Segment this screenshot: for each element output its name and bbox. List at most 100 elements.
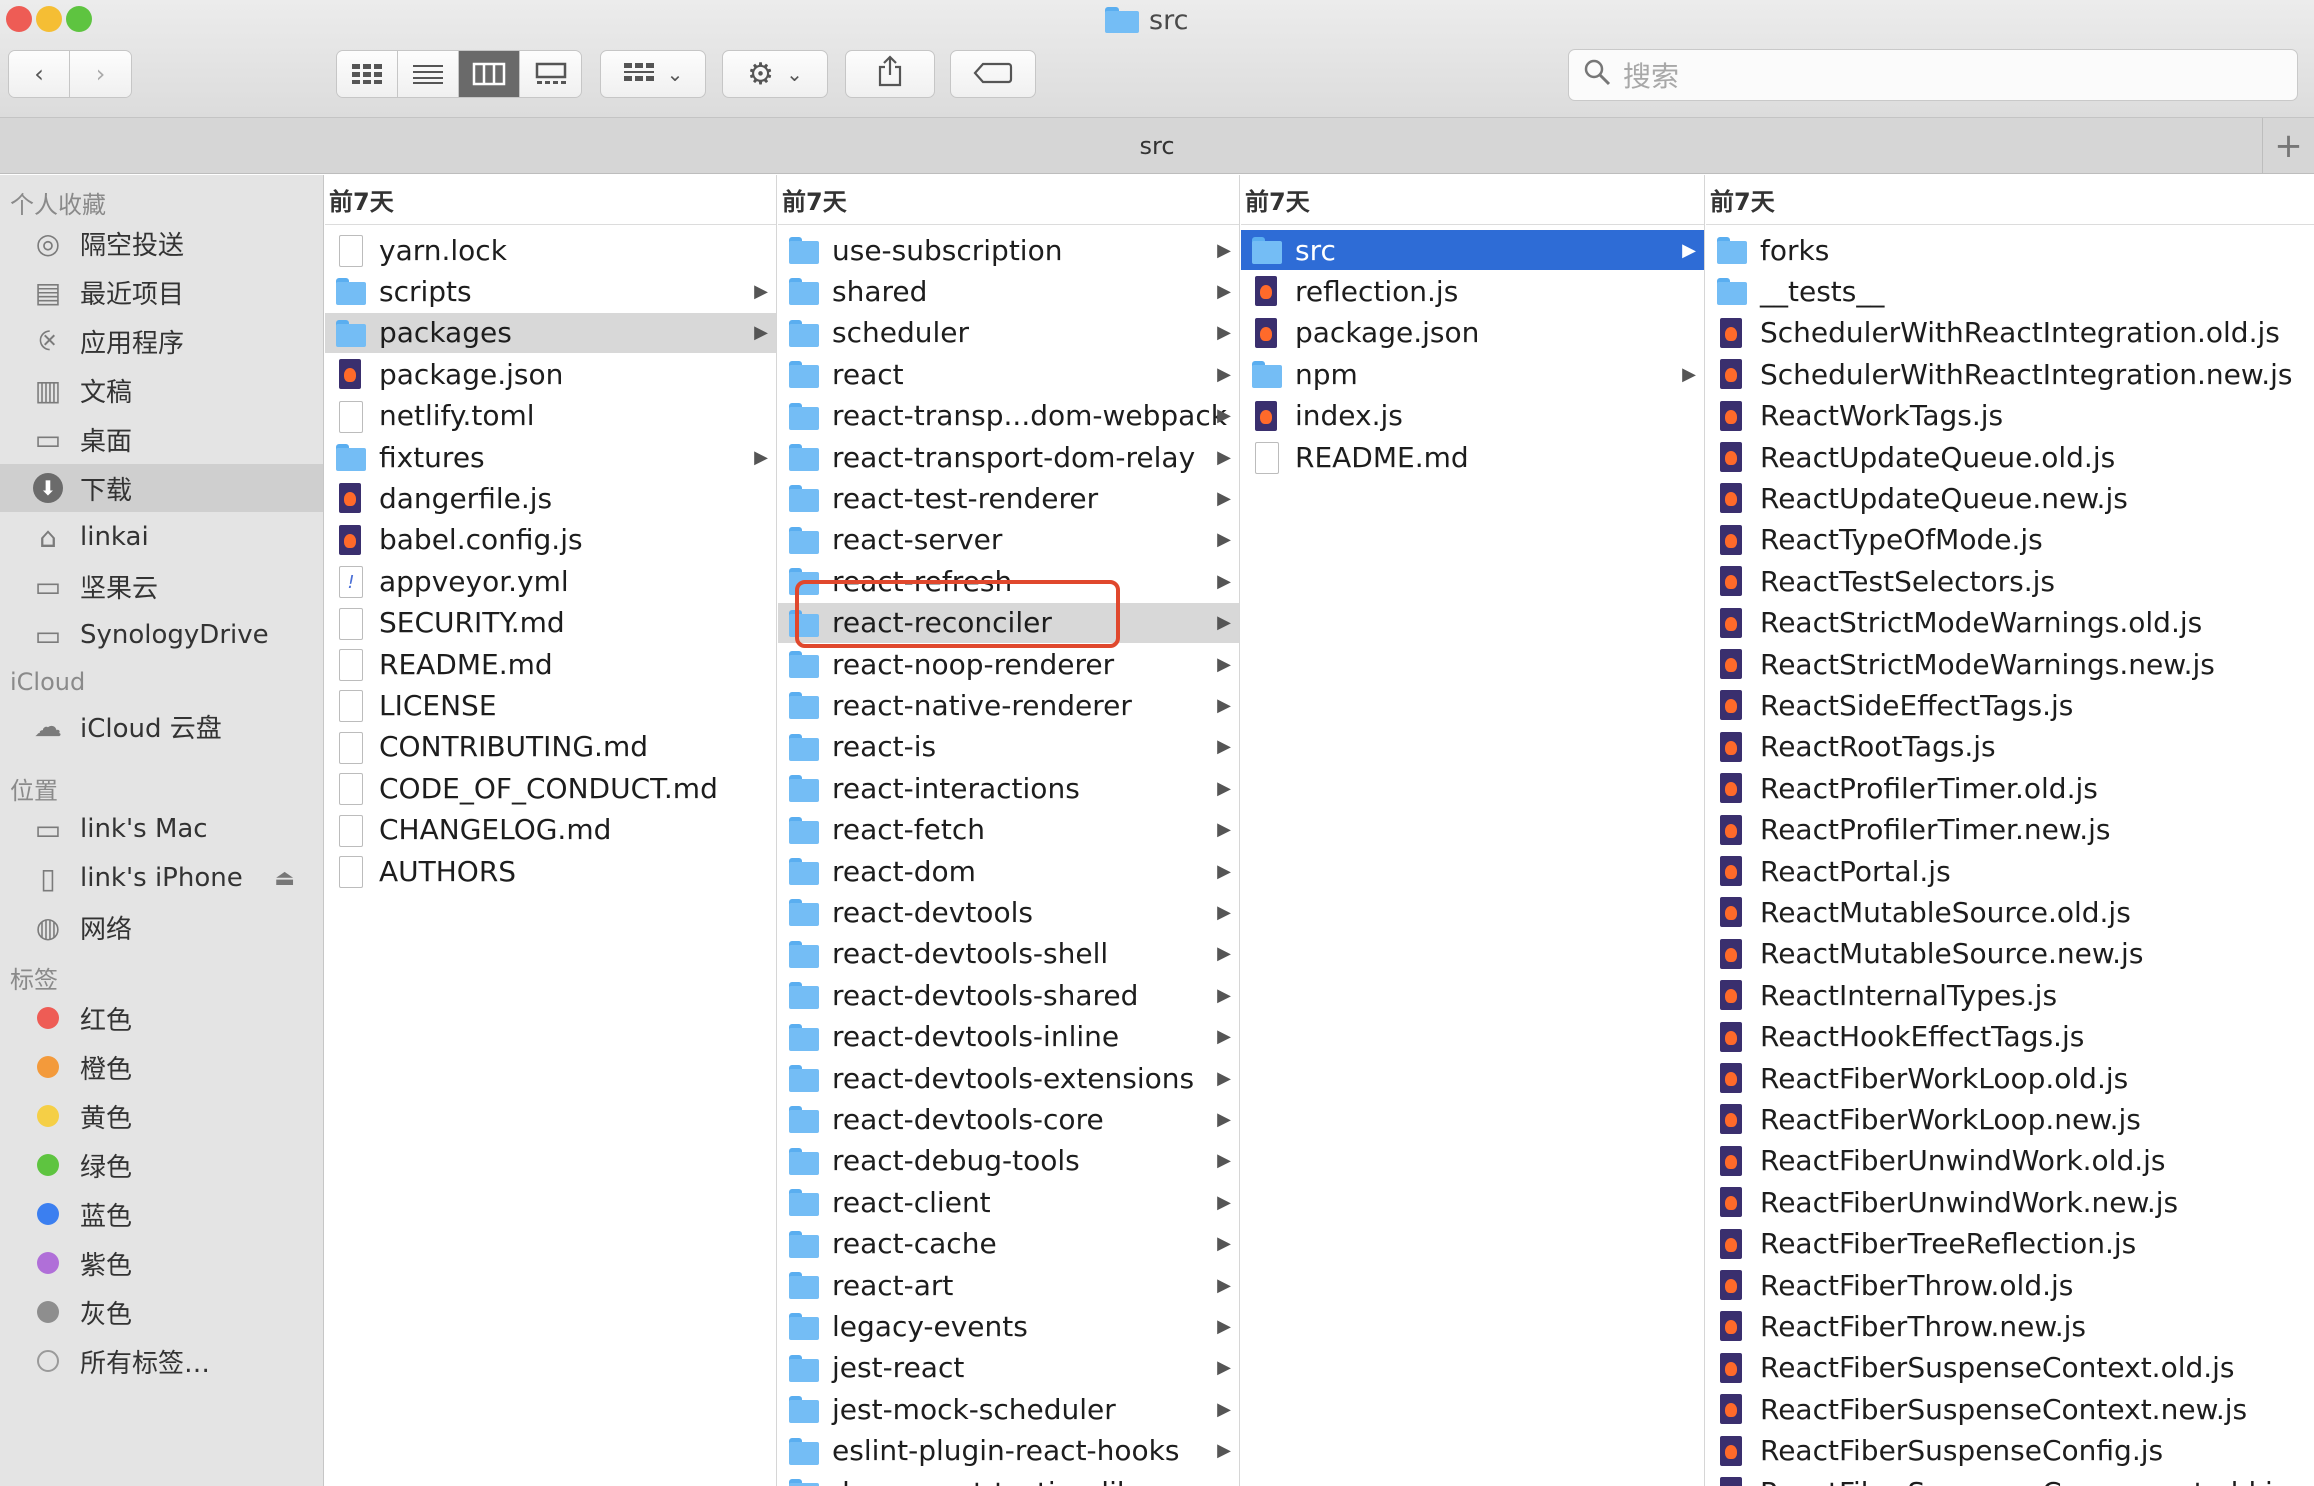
new-tab-button[interactable]: + — [2262, 118, 2314, 174]
sidebar-item-5[interactable]: ⬇ 下载 — [0, 464, 323, 512]
folder-row[interactable]: use-subscription ▶ — [778, 230, 1239, 270]
folder-row[interactable]: react-reconciler ▶ — [778, 602, 1239, 643]
sidebar-item-4[interactable]: ▭ 桌面 — [0, 415, 323, 463]
file-row[interactable]: ReactUpdateQueue.old.js — [1706, 437, 2314, 477]
folder-row[interactable]: forks — [1706, 230, 2314, 270]
folder-row[interactable]: jest-mock-scheduler ▶ — [778, 1389, 1239, 1429]
folder-row[interactable]: shared ▶ — [778, 271, 1239, 311]
file-row[interactable]: CHANGELOG.md — [325, 810, 776, 850]
file-row[interactable]: SchedulerWithReactIntegration.new.js — [1706, 354, 2314, 394]
file-row[interactable]: ReactTestSelectors.js — [1706, 561, 2314, 601]
folder-row[interactable]: packages ▶ — [325, 312, 776, 353]
file-row[interactable]: netlify.toml — [325, 396, 776, 436]
folder-row[interactable]: react-devtools-core ▶ — [778, 1099, 1239, 1139]
file-row[interactable]: ReactInternalTypes.js — [1706, 975, 2314, 1015]
file-row[interactable]: README.md — [325, 644, 776, 684]
folder-row[interactable]: react-fetch ▶ — [778, 810, 1239, 850]
folder-row[interactable]: jest-react ▶ — [778, 1348, 1239, 1388]
folder-row[interactable]: react-dom ▶ — [778, 851, 1239, 891]
file-row[interactable]: ReactFiberSuspenseContext.old.js — [1706, 1348, 2314, 1388]
file-row[interactable]: ReactMutableSource.old.js — [1706, 892, 2314, 932]
sidebar-item-1[interactable]: ▯ link's iPhone ⏏ — [0, 854, 323, 902]
folder-row[interactable]: react-native-renderer ▶ — [778, 685, 1239, 725]
folder-row[interactable]: react-interactions ▶ — [778, 768, 1239, 808]
file-row[interactable]: ReactFiberSuspenseConfig.js — [1706, 1431, 2314, 1471]
file-row[interactable]: ReactMutableSource.new.js — [1706, 934, 2314, 974]
folder-row[interactable]: dom-event-testing-library ▶ — [778, 1472, 1239, 1486]
file-row[interactable]: SECURITY.md — [325, 603, 776, 643]
folder-row[interactable]: eslint-plugin-react-hooks ▶ — [778, 1431, 1239, 1471]
column-view-icon[interactable] — [459, 51, 520, 97]
file-row[interactable]: ReactFiberSuspenseContext.new.js — [1706, 1389, 2314, 1429]
file-row[interactable]: dangerfile.js — [325, 478, 776, 518]
icon-view-icon[interactable] — [337, 51, 398, 97]
sidebar-item-6[interactable]: ⌂ linkai — [0, 513, 323, 561]
file-row[interactable]: ReactStrictModeWarnings.old.js — [1706, 603, 2314, 643]
group-button[interactable]: ⌄ — [600, 50, 706, 98]
tag-button[interactable] — [950, 50, 1036, 98]
sidebar-item-0[interactable]: ◎ 隔空投送 — [0, 219, 323, 267]
folder-row[interactable]: scheduler ▶ — [778, 313, 1239, 353]
file-row[interactable]: ReactFiberThrow.new.js — [1706, 1306, 2314, 1346]
file-row[interactable]: reflection.js — [1241, 271, 1704, 311]
gallery-view-icon[interactable] — [520, 51, 581, 97]
file-row[interactable]: package.json — [1241, 313, 1704, 353]
chevron-left-icon[interactable]: ‹ — [9, 51, 70, 97]
sidebar-item-2[interactable]: ⨴ 应用程序 — [0, 317, 323, 365]
folder-row[interactable]: react-transp...dom-webpack ▶ — [778, 396, 1239, 436]
file-row[interactable]: ReactWorkTags.js — [1706, 396, 2314, 436]
folder-row[interactable]: react ▶ — [778, 354, 1239, 394]
folder-row[interactable]: react-transport-dom-relay ▶ — [778, 437, 1239, 477]
file-row[interactable]: babel.config.js — [325, 520, 776, 560]
file-row[interactable]: ReactUpdateQueue.new.js — [1706, 478, 2314, 518]
file-row[interactable]: ReactRootTags.js — [1706, 727, 2314, 767]
file-row[interactable]: ReactFiberThrow.old.js — [1706, 1265, 2314, 1305]
folder-row[interactable]: react-devtools-shell ▶ — [778, 934, 1239, 974]
folder-row[interactable]: react-is ▶ — [778, 727, 1239, 767]
chevron-right-icon[interactable]: › — [70, 51, 131, 97]
file-row[interactable]: ReactFiberUnwindWork.new.js — [1706, 1182, 2314, 1222]
file-row[interactable]: ReactFiberWorkLoop.new.js — [1706, 1099, 2314, 1139]
file-row[interactable]: ReactFiberUnwindWork.old.js — [1706, 1141, 2314, 1181]
file-row[interactable]: README.md — [1241, 437, 1704, 477]
file-row[interactable]: index.js — [1241, 396, 1704, 436]
sidebar-item-1[interactable]: ▤ 最近项目 — [0, 268, 323, 316]
sidebar-item-1[interactable]: 橙色 — [0, 1043, 323, 1091]
file-row[interactable]: CODE_OF_CONDUCT.md — [325, 768, 776, 808]
minimize-window-button[interactable] — [36, 6, 62, 32]
file-row[interactable]: ReactTypeOfMode.js — [1706, 520, 2314, 560]
file-row[interactable]: appveyor.yml — [325, 561, 776, 601]
file-row[interactable]: LICENSE — [325, 685, 776, 725]
search-input[interactable]: 搜索 — [1568, 49, 2298, 101]
sidebar-item-4[interactable]: 蓝色 — [0, 1190, 323, 1238]
sidebar-item-2[interactable]: 黄色 — [0, 1092, 323, 1140]
tab-src[interactable]: src — [1139, 132, 1174, 160]
action-button[interactable]: ⚙ ⌄ — [722, 50, 828, 98]
sidebar-item-5[interactable]: 紫色 — [0, 1239, 323, 1287]
folder-row[interactable]: react-art ▶ — [778, 1265, 1239, 1305]
zoom-window-button[interactable] — [66, 6, 92, 32]
file-row[interactable]: CONTRIBUTING.md — [325, 727, 776, 767]
file-row[interactable]: ReactFiberSuspenseComponent.old.js — [1706, 1472, 2314, 1486]
folder-row[interactable]: react-server ▶ — [778, 520, 1239, 560]
file-row[interactable]: ReactProfilerTimer.new.js — [1706, 810, 2314, 850]
folder-row[interactable]: react-refresh ▶ — [778, 561, 1239, 601]
file-row[interactable]: AUTHORS — [325, 851, 776, 891]
file-row[interactable]: ReactHookEffectTags.js — [1706, 1017, 2314, 1057]
folder-row[interactable]: react-noop-renderer ▶ — [778, 644, 1239, 684]
sidebar-item-7[interactable]: 所有标签… — [0, 1337, 323, 1385]
list-view-icon[interactable] — [398, 51, 459, 97]
folder-row[interactable]: react-test-renderer ▶ — [778, 478, 1239, 518]
folder-row[interactable]: react-client ▶ — [778, 1182, 1239, 1222]
sidebar-item-3[interactable]: ▥ 文稿 — [0, 366, 323, 414]
sidebar-item-2[interactable]: ◍ 网络 — [0, 903, 323, 951]
sidebar-item-8[interactable]: ▭ SynologyDrive — [0, 611, 323, 659]
file-row[interactable]: ReactPortal.js — [1706, 851, 2314, 891]
sidebar-item-0[interactable]: 红色 — [0, 994, 323, 1042]
folder-row[interactable]: scripts ▶ — [325, 271, 776, 311]
file-row[interactable]: ReactStrictModeWarnings.new.js — [1706, 644, 2314, 684]
close-window-button[interactable] — [6, 6, 32, 32]
folder-row[interactable]: react-devtools-shared ▶ — [778, 975, 1239, 1015]
folder-row[interactable]: react-devtools-inline ▶ — [778, 1017, 1239, 1057]
folder-row[interactable]: fixtures ▶ — [325, 437, 776, 477]
